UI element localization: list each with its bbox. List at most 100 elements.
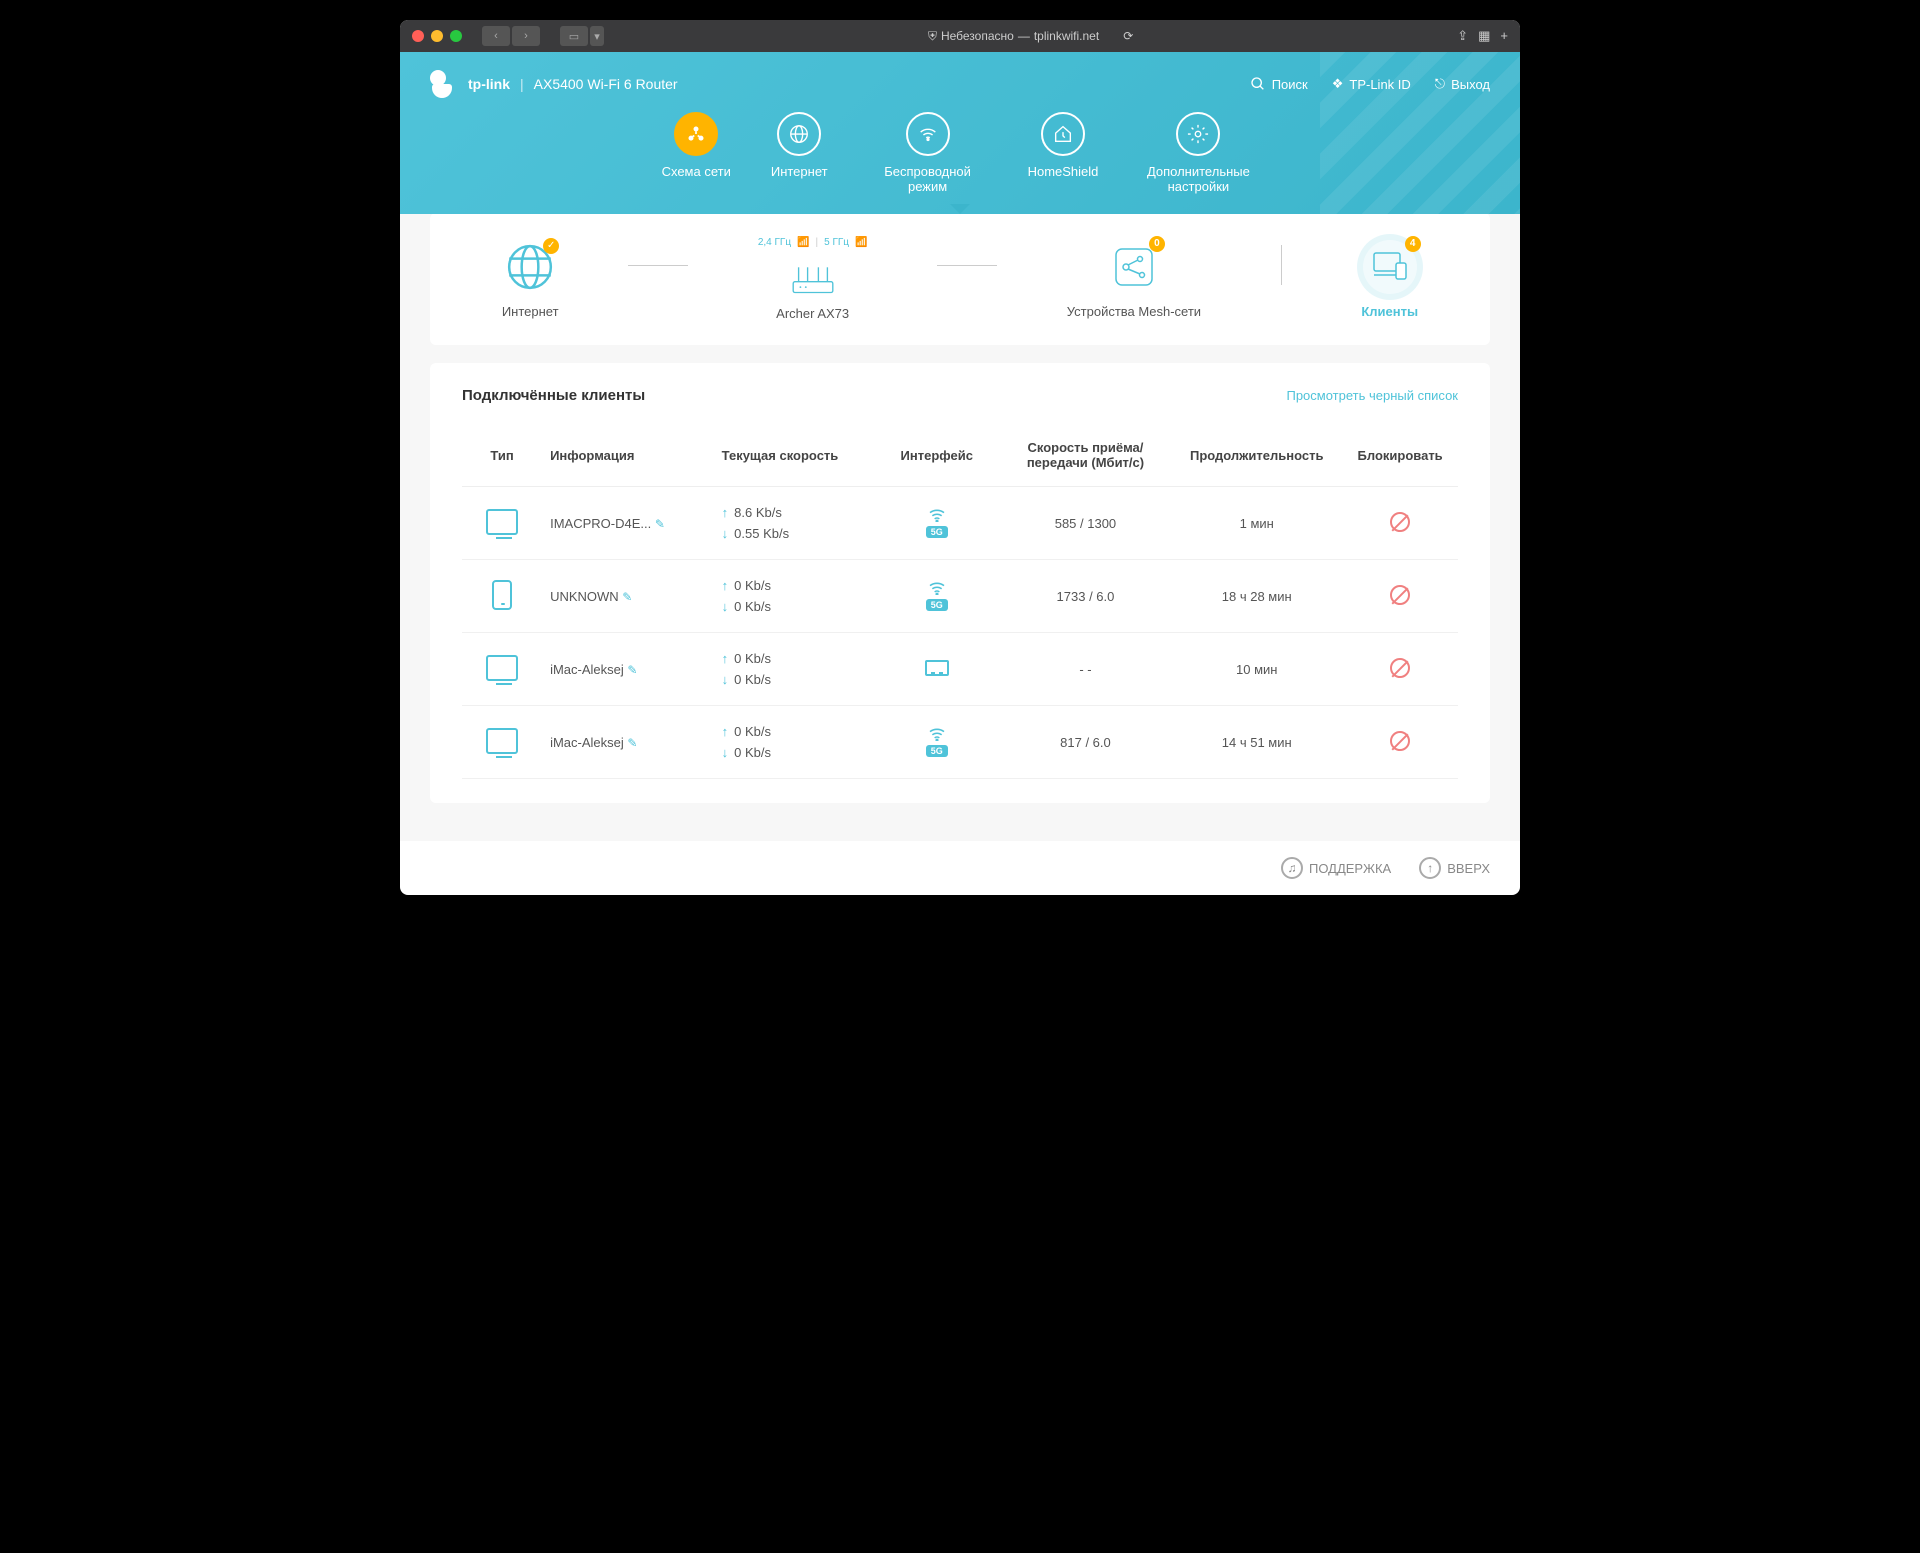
support-button[interactable]: ♫ ПОДДЕРЖКА (1281, 857, 1391, 879)
mesh-count-badge: 0 (1149, 236, 1165, 252)
sidebar-toggle[interactable]: ▭ ▾ (560, 26, 604, 46)
block-icon[interactable] (1390, 512, 1410, 532)
edit-icon[interactable]: ✎ (655, 517, 665, 531)
cell-negotiated: - - (1000, 633, 1172, 706)
table-row: UNKNOWN ✎ ↑ 0 Kb/s ↓ 0 Kb/s 5G 1733 / 6.… (462, 560, 1458, 633)
clients-table: Тип Информация Текущая скорость Интерфей… (462, 424, 1458, 779)
clients-icon (1368, 245, 1412, 289)
cell-negotiated: 817 / 6.0 (1000, 706, 1172, 779)
logout-icon: ⎋ (1435, 76, 1445, 92)
cell-interface: 5G (874, 560, 1000, 633)
col-duration: Продолжительность (1171, 424, 1342, 487)
edit-icon[interactable]: ✎ (627, 663, 637, 677)
cell-duration: 1 мин (1171, 487, 1342, 560)
table-row: iMac-Aleksej ✎ ↑ 0 Kb/s ↓ 0 Kb/s - - 10 … (462, 633, 1458, 706)
sidebar-icon: ▭ (560, 26, 588, 46)
topo-internet[interactable]: ✓ Интернет (502, 240, 559, 319)
share-icon[interactable]: ⇪ (1457, 28, 1468, 44)
desktop-icon (486, 655, 518, 681)
main-nav: Схема сети Интернет Беспроводной режим H… (430, 98, 1490, 214)
block-icon[interactable] (1390, 585, 1410, 605)
col-speed: Текущая скорость (714, 424, 874, 487)
mesh-icon (1112, 245, 1156, 289)
cell-negotiated: 585 / 1300 (1000, 487, 1172, 560)
nav-advanced[interactable]: Дополнительные настройки (1138, 112, 1258, 194)
chevron-down-icon: ▾ (590, 26, 604, 46)
brand-logo: tp-link | AX5400 Wi-Fi 6 Router (430, 70, 678, 98)
cell-info: iMac-Aleksej ✎ (542, 633, 714, 706)
check-icon: ✓ (543, 238, 559, 254)
arrow-up-icon: ↑ (722, 651, 729, 666)
back-button[interactable]: ‹ (482, 26, 510, 46)
desktop-icon (486, 728, 518, 754)
reload-icon[interactable]: ⟳ (1123, 29, 1133, 43)
col-type: Тип (462, 424, 542, 487)
close-icon[interactable] (412, 30, 424, 42)
cell-interface (874, 633, 1000, 706)
cell-speed: ↑ 0 Kb/s ↓ 0 Kb/s (714, 560, 874, 633)
edit-icon[interactable]: ✎ (627, 736, 637, 750)
nav-internet[interactable]: Интернет (771, 112, 828, 194)
cell-block (1342, 633, 1458, 706)
titlebar-right: ⇪ ▦ + (1457, 28, 1508, 44)
arrow-up-icon: ↑ (722, 724, 729, 739)
phone-icon (492, 580, 512, 610)
shield-icon: ⛨ (928, 29, 937, 44)
block-icon[interactable] (1390, 731, 1410, 751)
topo-router[interactable]: 2,4 ГГц 📶 | 5 ГГц 📶 Archer AX73 (758, 237, 868, 321)
clients-card: Подключённые клиенты Просмотреть черный … (430, 363, 1490, 803)
block-icon[interactable] (1390, 658, 1410, 678)
col-info: Информация (542, 424, 714, 487)
router-icon (786, 262, 840, 296)
new-tab-icon[interactable]: + (1500, 28, 1508, 44)
cell-speed: ↑ 0 Kb/s ↓ 0 Kb/s (714, 633, 874, 706)
logout-button[interactable]: ⎋ Выход (1435, 76, 1490, 92)
wifi-icon (906, 112, 950, 156)
footer: ♫ ПОДДЕРЖКА ↑ ВВЕРХ (400, 841, 1520, 895)
arrow-down-icon: ↓ (722, 745, 729, 760)
nav-network-map[interactable]: Схема сети (662, 112, 731, 194)
maximize-icon[interactable] (450, 30, 462, 42)
client-count-badge: 4 (1405, 236, 1421, 252)
desktop-icon (486, 509, 518, 535)
cell-block (1342, 560, 1458, 633)
table-row: iMac-Aleksej ✎ ↑ 0 Kb/s ↓ 0 Kb/s 5G 817 … (462, 706, 1458, 779)
address-bar[interactable]: ⛨ Небезопасно — tplinkwifi.net ⟳ (612, 29, 1449, 44)
nav-homeshield[interactable]: HomeShield (1028, 112, 1099, 194)
cell-info: iMac-Aleksej ✎ (542, 706, 714, 779)
nav-buttons: ‹ › (482, 26, 540, 46)
cell-info: UNKNOWN ✎ (542, 560, 714, 633)
cell-interface: 5G (874, 487, 1000, 560)
gear-icon (1176, 112, 1220, 156)
active-tab-indicator (950, 204, 970, 214)
minimize-icon[interactable] (431, 30, 443, 42)
blacklist-link[interactable]: Просмотреть черный список (1286, 388, 1458, 403)
brand-text: tp-link (468, 76, 510, 92)
content-area: ✓ Интернет 2,4 ГГц 📶 | 5 ГГц 📶 (400, 213, 1520, 841)
clients-title: Подключённые клиенты (462, 387, 645, 404)
url-text: tplinkwifi.net (1034, 29, 1099, 43)
nav-wireless[interactable]: Беспроводной режим (868, 112, 988, 194)
search-icon (1250, 76, 1266, 92)
top-button[interactable]: ↑ ВВЕРХ (1419, 857, 1490, 879)
forward-button[interactable]: › (512, 26, 540, 46)
col-block: Блокировать (1342, 424, 1458, 487)
cell-type (462, 487, 542, 560)
app-header: tp-link | AX5400 Wi-Fi 6 Router Поиск ❖ … (400, 52, 1520, 214)
table-row: IMACPRO-D4E... ✎ ↑ 8.6 Kb/s ↓ 0.55 Kb/s … (462, 487, 1458, 560)
arrow-up-icon: ↑ (722, 505, 729, 520)
tplink-id-button[interactable]: ❖ TP-Link ID (1332, 76, 1411, 92)
topo-mesh[interactable]: 0 Устройства Mesh-сети (1067, 240, 1201, 319)
headset-icon: ♫ (1281, 857, 1303, 879)
col-interface: Интерфейс (874, 424, 1000, 487)
search-button[interactable]: Поиск (1250, 76, 1308, 92)
traffic-lights (412, 30, 462, 42)
edit-icon[interactable]: ✎ (622, 590, 632, 604)
col-negotiated: Скорость приёма/передачи (Мбит/с) (1000, 424, 1172, 487)
tabs-icon[interactable]: ▦ (1478, 28, 1490, 44)
arrow-up-icon: ↑ (1419, 857, 1441, 879)
arrow-up-icon: ↑ (722, 578, 729, 593)
arrow-down-icon: ↓ (722, 599, 729, 614)
user-icon: ❖ (1332, 76, 1344, 92)
topo-clients[interactable]: 4 Клиенты (1361, 240, 1418, 319)
